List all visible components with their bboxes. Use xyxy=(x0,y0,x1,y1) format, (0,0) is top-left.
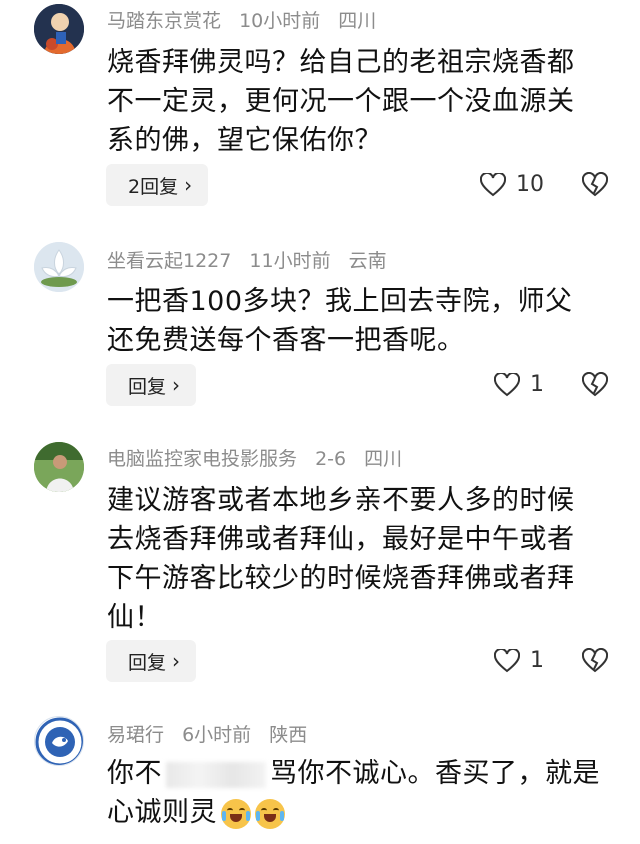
chevron-right-icon: › xyxy=(172,373,181,397)
comment-meta: 电脑监控家电投影服务 2-6 四川 xyxy=(107,444,414,471)
comment-time: 6小时前 xyxy=(182,724,252,746)
comment-time: 10小时前 xyxy=(239,10,321,32)
like-count: 1 xyxy=(530,372,544,397)
username[interactable]: 马踏东京赏花 xyxy=(107,10,221,32)
broken-heart-icon[interactable] xyxy=(582,372,608,398)
comment-time: 2-6 xyxy=(315,448,347,470)
username[interactable]: 易珺行 xyxy=(107,724,164,746)
crying-laughing-emoji-icon xyxy=(255,798,285,829)
chevron-right-icon: › xyxy=(172,649,181,673)
comment-meta: 坐看云起1227 11小时前 云南 xyxy=(107,246,399,273)
comment-meta: 马踏东京赏花 10小时前 四川 xyxy=(107,6,388,33)
heart-outline-icon xyxy=(494,372,520,396)
comment-text: 一把香100多块？我上回去寺院，师父 还免费送每个香客一把香呢。 xyxy=(107,286,573,356)
comment-text: 你不 骂你不诚心。香买了，就是 心诚则灵 xyxy=(107,758,600,829)
like-button[interactable]: 10 xyxy=(480,172,544,197)
like-count: 1 xyxy=(530,648,544,673)
avatar[interactable] xyxy=(34,242,84,292)
comment-time: 11小时前 xyxy=(249,250,331,272)
broken-heart-icon[interactable] xyxy=(582,172,608,198)
comment-location: 陕西 xyxy=(269,724,308,746)
blurred-text xyxy=(166,761,266,788)
username[interactable]: 坐看云起1227 xyxy=(107,250,231,272)
avatar[interactable] xyxy=(34,716,84,766)
avatar[interactable] xyxy=(34,4,84,54)
username[interactable]: 电脑监控家电投影服务 xyxy=(107,448,297,470)
reply-button[interactable]: 2回复 › xyxy=(106,164,209,206)
chevron-right-icon: › xyxy=(184,173,193,197)
heart-outline-icon xyxy=(480,172,506,196)
comment-text: 建议游客或者本地乡亲不要人多的时候 去烧香拜佛或者拜仙，最好是中午或者 下午游客… xyxy=(107,485,575,633)
crying-laughing-emoji-icon xyxy=(221,798,251,829)
reply-button[interactable]: 回复 › xyxy=(106,364,197,406)
heart-outline-icon xyxy=(494,648,520,672)
comment-location: 四川 xyxy=(338,10,377,32)
avatar[interactable] xyxy=(34,442,84,492)
broken-heart-icon[interactable] xyxy=(582,648,608,674)
like-button[interactable]: 1 xyxy=(494,648,544,673)
like-count: 10 xyxy=(516,172,544,197)
like-button[interactable]: 1 xyxy=(494,372,544,397)
comment-meta: 易珺行 6小时前 陕西 xyxy=(107,720,319,747)
reply-button[interactable]: 回复 › xyxy=(106,640,197,682)
comment-location: 四川 xyxy=(364,448,403,470)
comment-text: 烧香拜佛灵吗？给自己的老祖宗烧香都 不一定灵，更何况一个跟一个没血源关 系的佛，… xyxy=(107,47,575,156)
comment-location: 云南 xyxy=(348,250,387,272)
